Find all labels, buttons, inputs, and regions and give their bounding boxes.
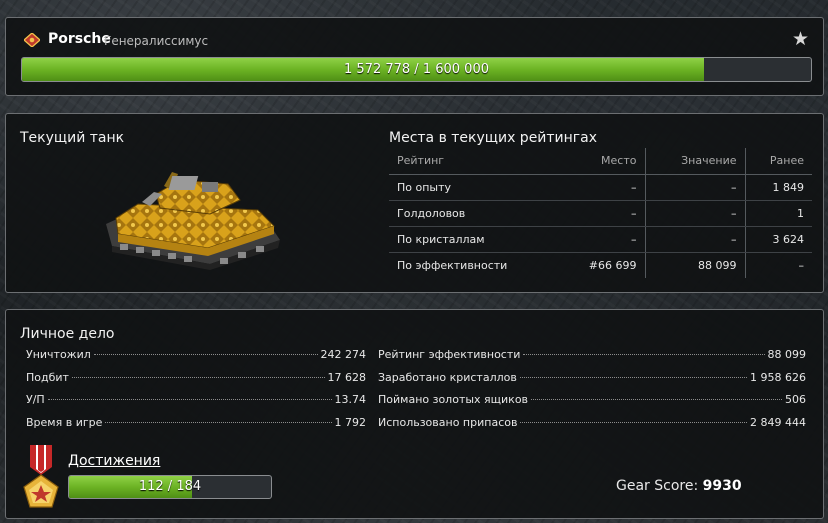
- rating-previous: –: [798, 258, 805, 272]
- ratings-header-row: Рейтинг Место Значение Ранее: [389, 148, 812, 175]
- star-icon[interactable]: ★: [792, 28, 809, 50]
- list-item: Рейтинг эффективности 88 099: [378, 348, 806, 371]
- personal-file-title: Личное дело: [20, 326, 115, 342]
- current-tank-panel: Текущий танк Места в текущих рейтингах Р…: [5, 113, 824, 293]
- stat-label: У/П: [26, 393, 45, 406]
- stat-label: Использовано припасов: [378, 415, 518, 429]
- rating-previous: 1: [745, 200, 812, 227]
- rating-place: –: [555, 226, 646, 253]
- ratings-table: Рейтинг Место Значение Ранее По опыту – …: [389, 148, 812, 278]
- stat-value: 1 792: [334, 415, 367, 429]
- list-item: Поймано золотых ящиков 506: [378, 393, 806, 416]
- stat-label: Уничтожил: [26, 348, 91, 361]
- stat-label: Рейтинг эффективности: [378, 348, 521, 361]
- player-rank: Генералиссимус: [104, 34, 209, 48]
- table-row: По эффективности #66 699 88 099 –: [389, 252, 812, 278]
- dotted-leader: [71, 376, 325, 378]
- table-row: По опыту – – 1 849: [389, 174, 812, 201]
- list-item: Уничтожил 242 274: [26, 348, 366, 371]
- stat-value: 88 099: [767, 348, 807, 361]
- rating-name: По эффективности: [397, 258, 508, 272]
- current-tank-title: Текущий танк: [20, 130, 125, 146]
- gear-score-label: Gear Score:: [616, 478, 699, 494]
- gear-score-value: 9930: [702, 478, 742, 494]
- list-item: У/П 13.74: [26, 393, 366, 416]
- rating-place: #66 699: [555, 252, 646, 278]
- player-header-panel: Porsche Генералиссимус ★ 1 572 778 / 1 6…: [5, 17, 824, 96]
- list-item: Заработано кристаллов 1 958 626: [378, 371, 806, 394]
- dotted-leader: [520, 421, 748, 423]
- list-item: Время в игре 1 792: [26, 416, 366, 439]
- rating-value: –: [645, 226, 746, 253]
- rating-previous: 1 849: [745, 174, 812, 201]
- rating-value: –: [645, 174, 746, 201]
- stat-value: 506: [785, 393, 806, 406]
- rating-name: По кристаллам: [389, 226, 555, 253]
- list-item: Использовано припасов 2 849 444: [378, 416, 806, 439]
- stat-value: 242 274: [320, 348, 367, 361]
- tank-image: [106, 172, 280, 270]
- ratings-title: Места в текущих рейтингах: [389, 130, 598, 146]
- right-stats-list: Рейтинг эффективности 88 099 Заработано …: [378, 348, 806, 438]
- xp-progress-text: 1 572 778 / 1 600 000: [344, 62, 489, 77]
- col-previous: Ранее: [745, 148, 812, 175]
- rating-name: По опыту: [389, 174, 555, 201]
- rank-insignia-icon: [24, 33, 40, 47]
- rating-previous: 3 624: [745, 226, 812, 253]
- dotted-leader: [93, 354, 318, 355]
- rating-place: –: [555, 200, 646, 227]
- medal-icon: [23, 445, 59, 508]
- dotted-leader: [47, 399, 332, 400]
- rating-place: –: [555, 174, 646, 201]
- stat-label: Время в игре: [26, 415, 103, 429]
- dotted-leader: [523, 354, 765, 355]
- stat-label: Заработано кристаллов: [378, 370, 517, 384]
- stat-label: Поймано золотых ящиков: [378, 393, 529, 406]
- achievements-link[interactable]: Достижения: [68, 453, 160, 469]
- table-row: По кристаллам – – 3 624: [389, 226, 812, 253]
- rating-value: 88 099: [645, 252, 746, 278]
- dotted-leader: [519, 376, 748, 378]
- stat-value: 13.74: [334, 393, 367, 406]
- xp-progress-bar: 1 572 778 / 1 600 000: [21, 57, 812, 82]
- col-rating: Рейтинг: [389, 148, 555, 175]
- achievements-progress-bar: 112 / 184: [68, 475, 272, 499]
- player-name: Porsche: [48, 31, 111, 47]
- table-row: Голдоловов – – 1: [389, 200, 812, 227]
- dotted-leader: [531, 399, 782, 400]
- col-place: Место: [555, 148, 646, 175]
- rating-name: Голдоловов: [389, 200, 555, 227]
- left-stats-list: Уничтожил 242 274 Подбит 17 628 У/П 13.7…: [26, 348, 366, 438]
- stat-value: 1 958 626: [750, 370, 806, 384]
- stat-label: Подбит: [26, 370, 69, 384]
- stat-value: 2 849 444: [750, 415, 806, 429]
- stat-value: 17 628: [327, 370, 367, 384]
- rating-value: –: [645, 200, 746, 227]
- gear-score: Gear Score: 9930: [616, 478, 742, 494]
- achievements-progress-text: 112 / 184: [138, 479, 202, 494]
- dotted-leader: [105, 421, 332, 423]
- list-item: Подбит 17 628: [26, 371, 366, 394]
- col-value: Значение: [645, 148, 746, 175]
